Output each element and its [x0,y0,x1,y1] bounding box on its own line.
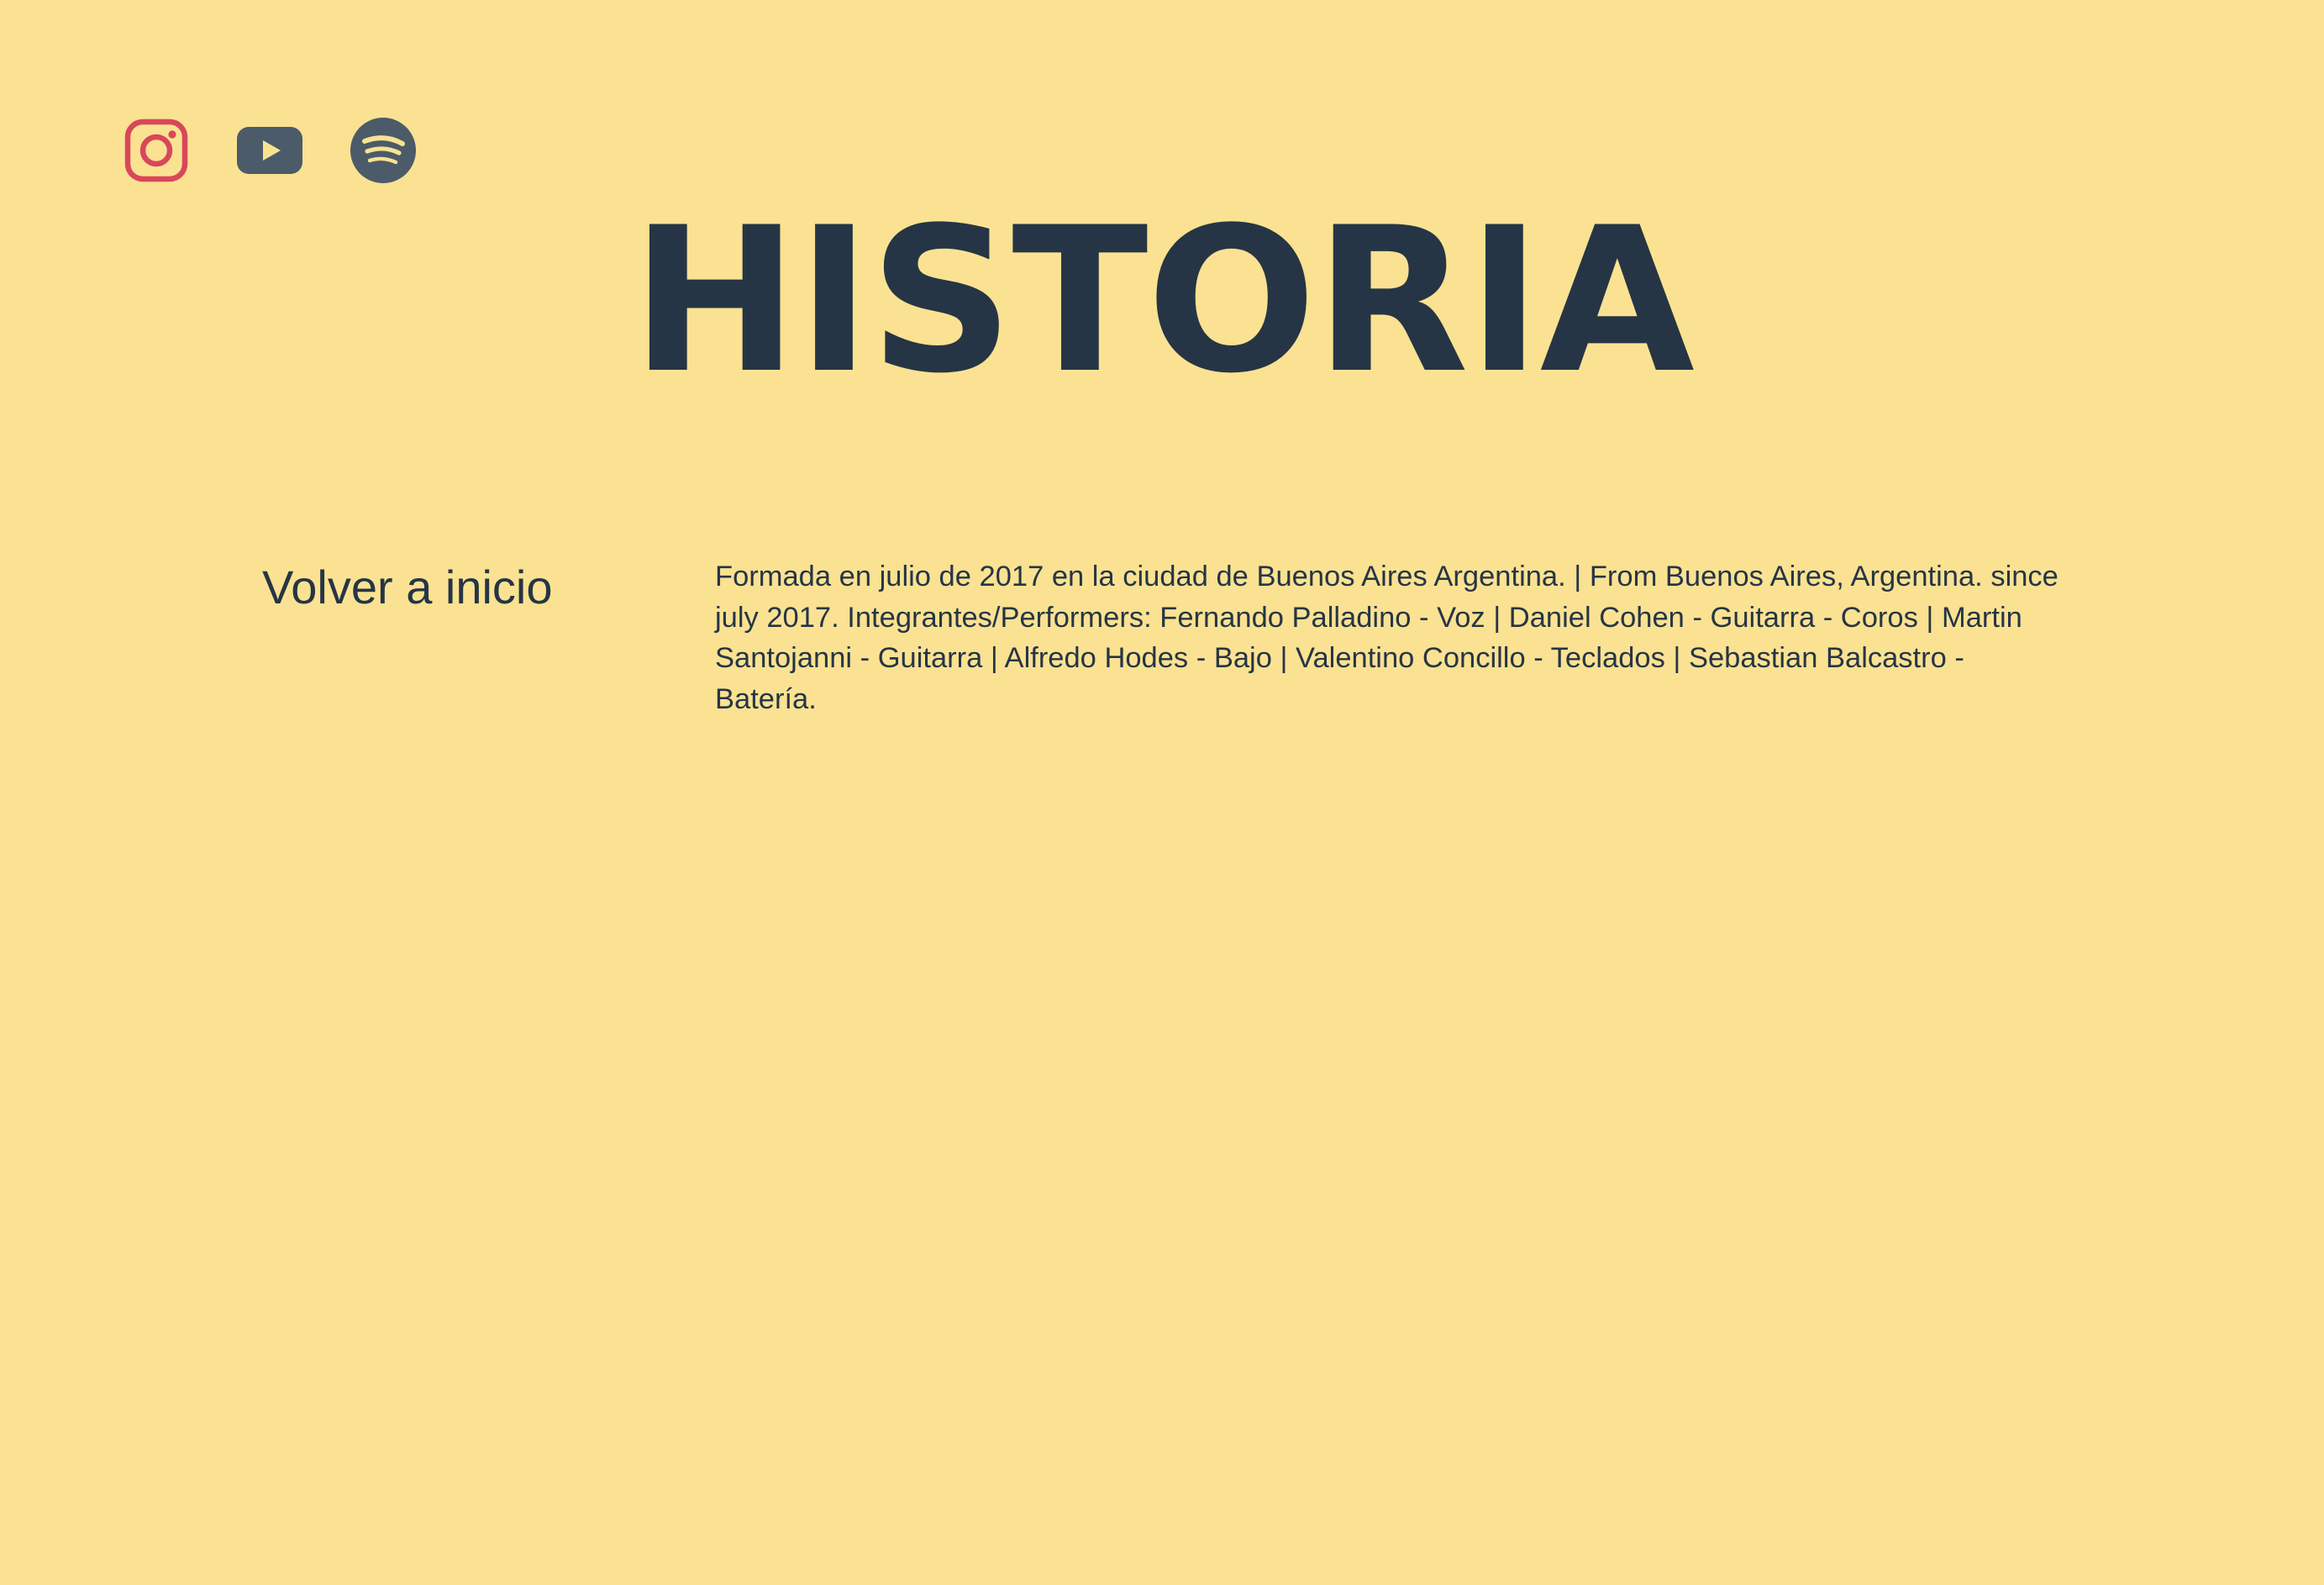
back-to-home-link[interactable]: Volver a inicio [262,558,553,617]
instagram-link[interactable] [123,117,190,184]
page: HISTORIA Volver a inicio Formada en juli… [0,0,2324,1585]
page-title: HISTORIA [631,185,1695,418]
history-text: Formada en julio de 2017 en la ciudad de… [715,561,2058,715]
spotify-icon [350,118,416,183]
youtube-link[interactable] [236,117,303,184]
social-bar [123,114,417,187]
instagram-icon [124,118,188,182]
youtube-icon [237,127,302,174]
spotify-link[interactable] [350,117,417,184]
